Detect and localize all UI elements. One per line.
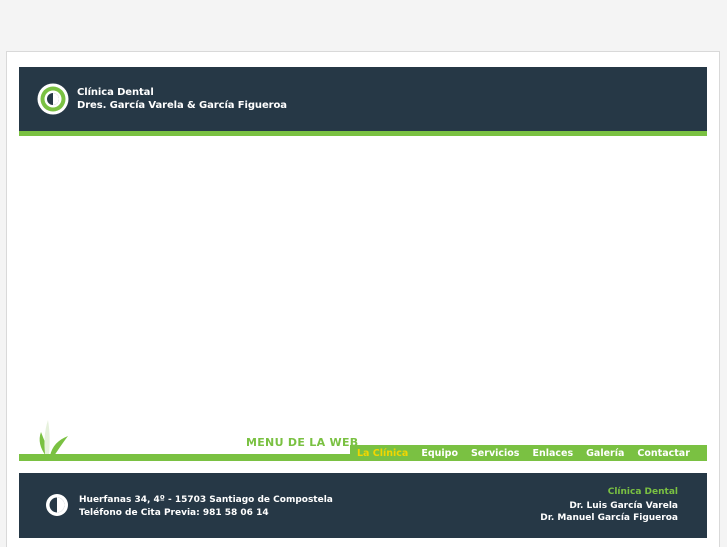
nav-item-la-clinica[interactable]: La Clínica	[357, 448, 408, 459]
clinic-logo-icon[interactable]	[37, 83, 69, 115]
footer-doctor-1: Dr. Luis García Varela	[569, 500, 678, 511]
nav-item-equipo[interactable]: Equipo	[421, 448, 458, 459]
leaf-icon	[39, 420, 68, 456]
footer-contact: Huerfanas 34, 4º - 15703 Santiago de Com…	[79, 494, 333, 519]
nav-item-galeria[interactable]: Galería	[586, 448, 624, 459]
header-stripe	[19, 131, 707, 136]
site-title-line1: Clínica Dental	[77, 87, 154, 98]
nav-item-servicios[interactable]: Servicios	[471, 448, 520, 459]
footer-credits: Clínica Dental Dr. Luis García Varela Dr…	[540, 486, 678, 525]
nav-item-enlaces[interactable]: Enlaces	[532, 448, 573, 459]
menu-heading: MENU DE LA WEB	[246, 436, 359, 449]
site-title[interactable]: Clínica Dental Dres. García Varela & Gar…	[77, 87, 287, 112]
footer-clinic-name: Clínica Dental	[607, 487, 678, 497]
nav-item-contactar[interactable]: Contactar	[637, 448, 689, 459]
site-title-line2: Dres. García Varela & García Figueroa	[77, 99, 287, 111]
footer-doctor-2: Dr. Manuel García Figueroa	[540, 513, 678, 523]
main-nav: La Clínica Equipo Servicios Enlaces Gale…	[357, 446, 703, 460]
footer-phone: Teléfono de Cita Previa: 981 58 06 14	[79, 507, 269, 518]
half-circle-icon	[46, 494, 68, 516]
footer-address: Huerfanas 34, 4º - 15703 Santiago de Com…	[79, 495, 333, 505]
